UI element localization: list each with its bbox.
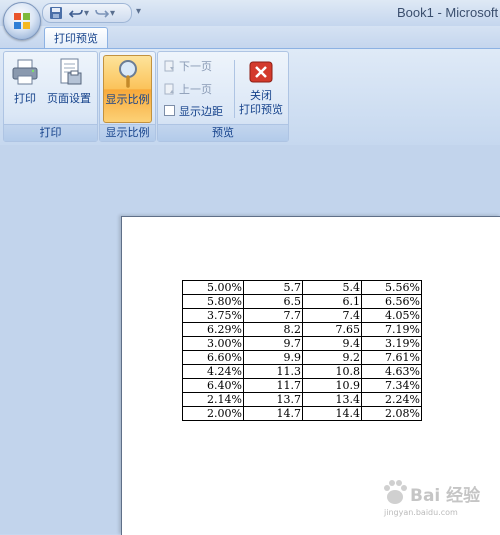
table-cell: 6.29% [182,322,244,337]
zoom-button-label: 显示比例 [105,93,150,106]
table-cell: 5.80% [182,294,244,309]
table-row: 5.80% 6.5 6.1 6.56% [182,294,422,309]
table-cell: 9.9 [243,350,303,365]
table-cell: 10.9 [302,378,362,393]
table-cell: 4.05% [361,308,422,323]
table-cell: 6.40% [182,378,244,393]
preview-group-label: 预览 [158,124,288,141]
table-cell: 7.4 [302,308,362,323]
preview-group: 下一页 上一页 显示边距 关闭 打印预览 预览 [157,51,289,142]
prev-page-label: 上一页 [179,83,212,96]
table-row: 6.29% 8.2 7.65 7.19% [182,322,422,337]
zoom-group: 显示比例 显示比例 [99,51,156,142]
table-cell: 6.56% [361,294,422,309]
redo-icon[interactable] [95,6,109,20]
table-row: 3.00% 9.7 9.4 3.19% [182,336,422,351]
close-label-line1: 关闭 [250,89,272,102]
next-page-label: 下一页 [179,60,212,73]
close-red-x-icon [249,61,273,83]
print-button[interactable]: 打印 [6,55,44,121]
table-cell: 3.19% [361,336,422,351]
table-cell: 6.5 [243,294,303,309]
zoom-group-label: 显示比例 [100,124,155,141]
show-margins-label: 显示边距 [179,105,223,118]
table-cell: 9.2 [302,350,362,365]
quick-access-toolbar: ▾ ▾ [42,3,132,23]
table-row: 6.40% 11.7 10.9 7.34% [182,378,422,393]
table-row: 2.14% 13.7 13.4 2.24% [182,392,422,407]
table-row: 4.24% 11.3 10.8 4.63% [182,364,422,379]
group-separator [234,60,235,118]
save-icon[interactable] [49,6,63,20]
table-cell: 5.4 [302,280,362,295]
title-bar: ▾ ▾ ▾ Book1 - Microsoft [0,0,500,27]
table-cell: 6.60% [182,350,244,365]
table-cell: 7.65 [302,322,362,337]
printer-icon [12,59,38,85]
close-label-line2: 打印预览 [239,103,283,116]
table-cell: 6.1 [302,294,362,309]
close-print-preview-button[interactable]: 关闭 打印预览 [236,55,286,121]
table-cell: 14.7 [243,406,303,421]
table-cell: 7.61% [361,350,422,365]
table-cell: 7.19% [361,322,422,337]
show-margins-check-box[interactable] [164,105,175,116]
table-cell: 2.14% [182,392,244,407]
show-margins-checkbox[interactable]: 显示边距 [164,103,223,121]
table-cell: 11.7 [243,378,303,393]
customize-qat-icon[interactable]: ▾ [136,6,141,17]
page-setup-icon [60,58,82,85]
page-setup-button[interactable]: 页面设置 [44,55,94,121]
data-table: 5.00% 5.7 5.4 5.56% 5.80% 6.5 6.1 6.56% 3.75% 7.7… [182,280,422,421]
table-cell: 13.4 [302,392,362,407]
table-cell: 9.4 [302,336,362,351]
table-row: 3.75% 7.7 7.4 4.05% [182,308,422,323]
undo-icon[interactable] [69,6,83,20]
table-cell: 3.75% [182,308,244,323]
print-button-label: 打印 [14,92,36,105]
table-cell: 5.00% [182,280,244,295]
tab-print-preview[interactable]: 打印预览 [44,27,108,49]
ribbon: 打印 页面设置 打印 显示比例 显示比例 下一页 上一页 显示边距 关闭 打印预… [0,48,500,146]
table-row: 5.00% 5.7 5.4 5.56% [182,280,422,295]
table-cell: 7.34% [361,378,422,393]
table-cell: 13.7 [243,392,303,407]
undo-dropdown-icon[interactable]: ▾ [84,8,89,19]
table-cell: 2.08% [361,406,422,421]
table-cell: 3.00% [182,336,244,351]
window-title: Book1 - Microsoft [397,5,499,20]
office-logo-icon [14,13,30,29]
table-cell: 4.63% [361,364,422,379]
prev-page-button[interactable]: 上一页 [164,81,212,99]
table-cell: 4.24% [182,364,244,379]
table-cell: 2.24% [361,392,422,407]
ribbon-tab-strip: 打印预览 [0,26,500,49]
table-cell: 5.7 [243,280,303,295]
table-cell: 8.2 [243,322,303,337]
table-cell: 14.4 [302,406,362,421]
table-cell: 5.56% [361,280,422,295]
redo-dropdown-icon[interactable]: ▾ [110,8,115,19]
print-group: 打印 页面设置 打印 [3,51,98,142]
table-cell: 2.00% [182,406,244,421]
previous-page-icon [164,83,174,95]
table-cell: 7.7 [243,308,303,323]
magnifier-icon [118,60,137,88]
table-cell: 10.8 [302,364,362,379]
page-setup-button-label: 页面设置 [47,92,91,105]
table-row: 2.00% 14.7 14.4 2.08% [182,406,422,421]
table-cell: 11.3 [243,364,303,379]
table-cell: 9.7 [243,336,303,351]
print-group-label: 打印 [4,124,97,141]
office-button[interactable] [3,2,41,40]
next-page-icon [164,60,174,72]
table-row: 6.60% 9.9 9.2 7.61% [182,350,422,365]
zoom-button[interactable]: 显示比例 [103,55,152,123]
next-page-button[interactable]: 下一页 [164,58,212,76]
